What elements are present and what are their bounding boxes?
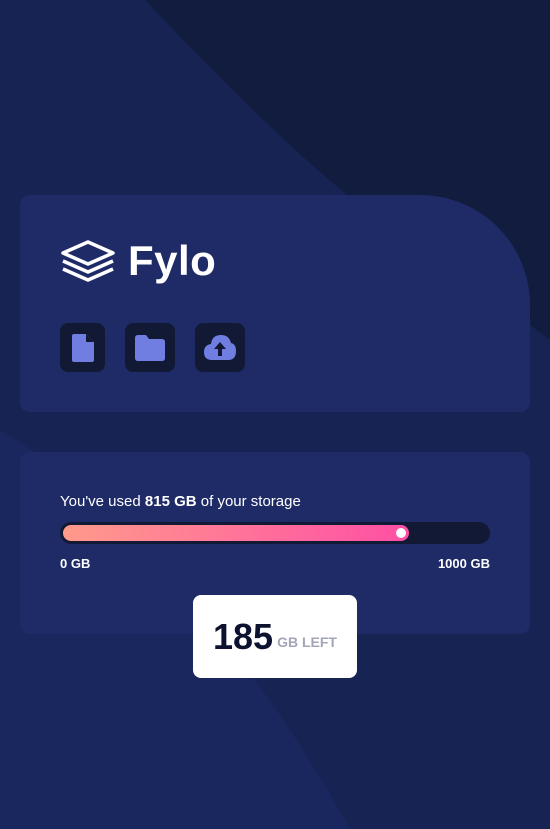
brand-card: Fylo: [20, 195, 530, 412]
usage-amount: 815 GB: [144, 493, 197, 510]
upload-icon: [204, 334, 236, 360]
document-icon: [71, 333, 94, 362]
usage-suffix: of your storage: [196, 493, 301, 510]
folder-button[interactable]: [125, 323, 175, 372]
storage-progress-bar: [60, 522, 490, 544]
storage-left-label: GB LEFT: [277, 633, 337, 650]
usage-prefix: You've used: [60, 493, 145, 510]
storage-left-badge: 185 GB LEFT: [193, 595, 357, 678]
storage-left-value: 185: [213, 615, 274, 657]
folder-icon: [135, 334, 165, 361]
document-button[interactable]: [60, 323, 105, 372]
usage-text: You've used 815 GB of your storage: [60, 493, 301, 510]
upload-button[interactable]: [195, 323, 245, 372]
logo-layers-icon: [61, 240, 115, 282]
action-icons: [60, 323, 265, 372]
background-shapes: [0, 0, 550, 829]
storage-progress-fill: [63, 525, 409, 541]
progress-knob: [396, 528, 406, 538]
storage-min-label: 0 GB: [60, 556, 91, 571]
logo: Fylo: [60, 237, 216, 285]
storage-max-label: 1000 GB: [437, 556, 490, 571]
brand-name: Fylo: [128, 237, 217, 284]
